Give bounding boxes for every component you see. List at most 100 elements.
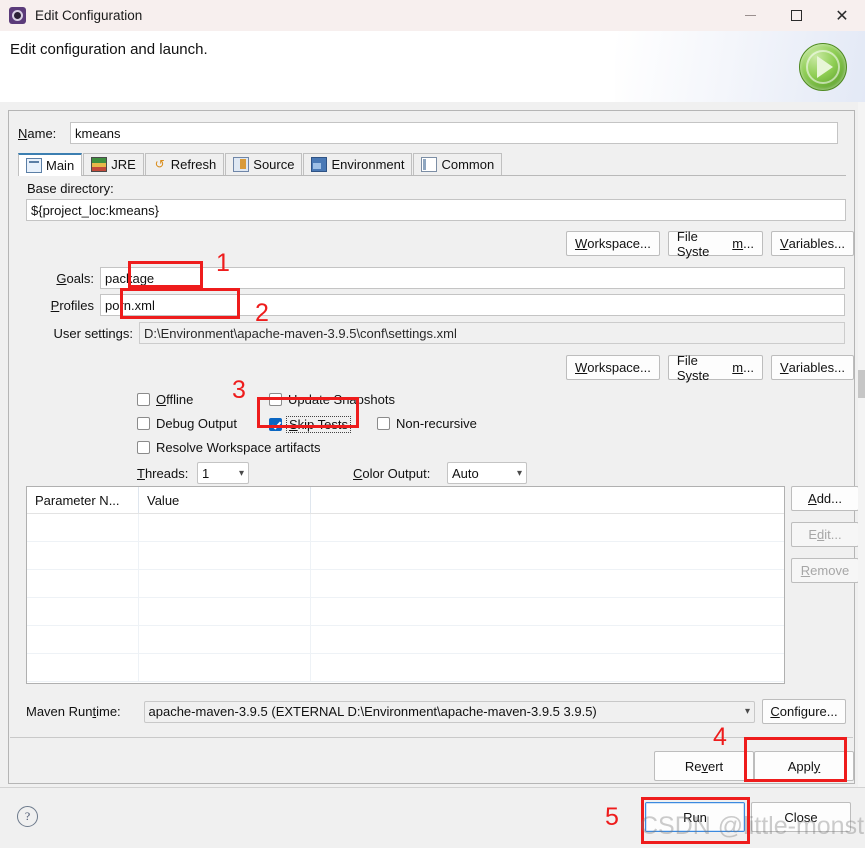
file-system-button-top[interactable]: File Syste m... — [667, 229, 763, 259]
checkbox-resolve-workspace-artifacts[interactable]: Resolve Workspace artifacts — [137, 440, 321, 455]
profiles-label: Profiles — [50, 297, 94, 313]
base-directory-label: Base directory: — [27, 181, 114, 196]
help-question-icon[interactable]: ? — [17, 806, 38, 827]
checkbox-debug-output-label: Debug Output — [156, 416, 237, 431]
apply-button[interactable]: Appl y — [754, 751, 854, 781]
checkbox-debug-output[interactable]: Debug Output — [137, 416, 237, 431]
goals-input[interactable]: package — [100, 267, 845, 289]
close-icon: ✕ — [835, 7, 849, 25]
threads-row: Threads: 1 ▾ — [137, 462, 249, 484]
color-output-select[interactable]: Auto ▾ — [447, 462, 527, 484]
footer-divider — [10, 737, 853, 738]
column-header-parameter-name[interactable]: Parameter N... — [27, 487, 139, 513]
column-header-empty[interactable] — [311, 487, 784, 513]
workspace-button-top[interactable]: Workspace... — [566, 231, 660, 256]
tab-common-label: Common — [441, 157, 495, 172]
source-tab-icon — [233, 157, 250, 172]
chevron-down-icon: ▾ — [744, 706, 750, 717]
minimize-button[interactable] — [727, 0, 773, 31]
maximize-button[interactable] — [773, 0, 819, 31]
table-action-buttons: Add... Ed it... Remove — [791, 486, 859, 583]
checkbox-offline-label: Offline — [156, 392, 194, 407]
close-window-button[interactable]: ✕ — [819, 0, 865, 31]
maven-runtime-row: Maven Runtime: apache-maven-3.9.5 (EXTER… — [26, 699, 846, 724]
user-settings-label: User settings: — [53, 325, 133, 341]
run-button[interactable]: Run — [645, 802, 745, 832]
name-row: Name: kmeans — [18, 121, 846, 145]
green-run-play-icon — [799, 43, 847, 91]
checkbox-update-snapshots-box — [269, 393, 282, 406]
tab-refresh-label: Refresh — [170, 157, 217, 172]
revert-button[interactable]: Re v ert — [654, 751, 754, 781]
table-row[interactable] — [27, 570, 784, 598]
column-header-value[interactable]: Value — [139, 487, 311, 513]
base-directory-input[interactable]: ${project_loc:kmeans} — [26, 199, 846, 221]
threads-select[interactable]: 1 ▾ — [197, 462, 249, 484]
tab-environment[interactable]: Environment — [303, 153, 413, 175]
maven-runtime-label: Maven Runtime: — [26, 704, 121, 719]
table-row[interactable] — [27, 542, 784, 570]
configure-button[interactable]: Configure... — [762, 699, 846, 724]
variables-button-bottom[interactable]: Variables... — [770, 355, 854, 380]
environment-tab-icon — [311, 157, 328, 172]
user-settings-row: User settings: D:\Environment\apache-mav… — [26, 322, 846, 344]
edit-parameter-button[interactable]: Ed it... — [791, 522, 859, 547]
tab-source-label: Source — [253, 157, 295, 172]
browse-buttons-top: Workspace... File Syste m... Variables... — [566, 229, 854, 259]
edit-configuration-window: Edit Configuration ✕ Edit configuration … — [0, 0, 865, 848]
tab-common[interactable]: Common — [413, 153, 503, 175]
tab-source[interactable]: Source — [225, 153, 303, 175]
minimize-icon — [744, 15, 756, 16]
checkbox-debug-output-box — [137, 417, 150, 430]
title-bar: Edit Configuration ✕ — [0, 0, 865, 31]
checkbox-resolve-workspace-artifacts-box — [137, 441, 150, 454]
remove-parameter-button[interactable]: Remove — [791, 558, 859, 583]
checkbox-non-recursive[interactable]: Non-recursive — [377, 416, 477, 431]
maven-runtime-select[interactable]: apache-maven-3.9.5 (EXTERNAL D:\Environm… — [143, 700, 755, 723]
maven-config-icon — [9, 7, 26, 24]
tab-bar: Main JRE ↺ Refresh Source Environment Co… — [18, 152, 846, 176]
browse-buttons-bottom: Workspace... File Syste m... Variables... — [566, 353, 854, 383]
workspace-button-bottom[interactable]: Workspace... — [566, 355, 660, 380]
dialog-footer: ? Run Close — [0, 787, 865, 848]
profiles-input[interactable]: porn.xml — [100, 294, 845, 316]
tab-environment-label: Environment — [331, 157, 405, 172]
checkbox-resolve-workspace-artifacts-label: Resolve Workspace artifacts — [156, 440, 321, 455]
checkbox-skip-tests[interactable]: Skip Tests — [269, 416, 352, 433]
main-tab-icon — [26, 158, 42, 173]
tab-jre-label: JRE — [111, 157, 136, 172]
tab-main[interactable]: Main — [18, 153, 83, 176]
table-header-row: Parameter N... Value — [27, 487, 784, 514]
footer-buttons: Run Close — [645, 802, 851, 832]
table-row[interactable] — [27, 514, 784, 542]
variables-button-top[interactable]: Variables... — [770, 231, 854, 256]
checkbox-non-recursive-label: Non-recursive — [396, 416, 477, 431]
checkbox-non-recursive-box — [377, 417, 390, 430]
table-row[interactable] — [27, 598, 784, 626]
add-parameter-button[interactable]: Add... — [791, 486, 859, 511]
jre-tab-icon — [91, 157, 108, 172]
table-row[interactable] — [27, 626, 784, 654]
tab-jre[interactable]: JRE — [83, 153, 144, 175]
checkbox-update-snapshots[interactable]: Update Snapshots — [269, 392, 395, 407]
close-button[interactable]: Close — [751, 802, 851, 832]
vertical-scrollbar-thumb[interactable] — [858, 370, 865, 398]
table-row[interactable] — [27, 654, 784, 682]
file-system-button-bottom[interactable]: File Syste m... — [667, 353, 763, 383]
refresh-tab-icon: ↺ — [154, 157, 165, 171]
checkbox-offline[interactable]: Offline — [137, 392, 193, 407]
window-title: Edit Configuration — [35, 8, 143, 23]
user-settings-input[interactable]: D:\Environment\apache-maven-3.9.5\conf\s… — [139, 322, 845, 344]
dialog-header: Edit configuration and launch. — [0, 31, 865, 103]
tab-refresh[interactable]: ↺ Refresh — [144, 153, 225, 175]
checkbox-skip-tests-label: Skip Tests — [286, 416, 352, 433]
tab-main-label: Main — [46, 158, 75, 173]
checkbox-offline-box — [137, 393, 150, 406]
parameters-table[interactable]: Parameter N... Value — [26, 486, 785, 684]
vertical-scrollbar[interactable] — [858, 102, 865, 787]
goals-label: Goals: — [56, 270, 94, 286]
color-output-row: Color Output: Auto ▾ — [353, 462, 527, 484]
name-input[interactable]: kmeans — [70, 122, 838, 144]
threads-label: Threads: — [137, 465, 189, 481]
header-message: Edit configuration and launch. — [10, 41, 208, 58]
